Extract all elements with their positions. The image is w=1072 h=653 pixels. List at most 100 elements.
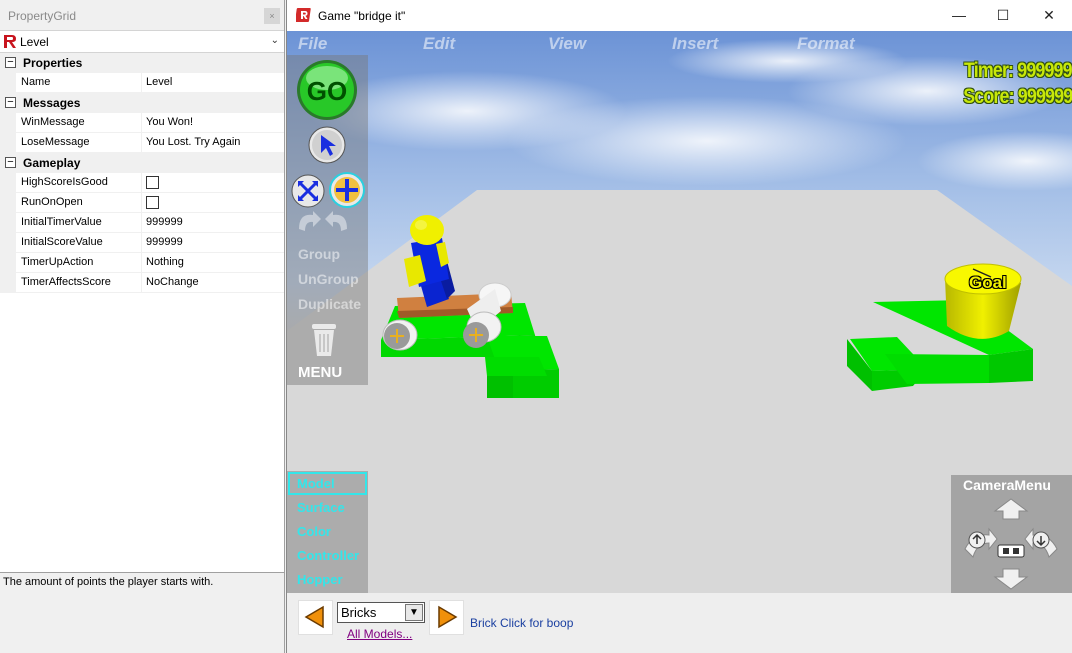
duplicate-button[interactable]: Duplicate	[298, 296, 361, 312]
clouds	[307, 39, 1072, 191]
select-tool-button[interactable]	[307, 125, 347, 165]
minimize-button[interactable]: —	[936, 4, 982, 28]
property-row[interactable]: TimerAffectsScore NoChange	[0, 273, 284, 293]
chevron-down-icon[interactable]: ⌄	[271, 35, 279, 46]
property-value[interactable]	[142, 193, 284, 213]
palette-model[interactable]: Model	[297, 476, 335, 491]
camera-center-icon[interactable]	[997, 544, 1025, 558]
model-browser-bar: Bricks ▼ All Models... Brick Click for b…	[287, 593, 1072, 653]
panel-close-icon[interactable]: ×	[264, 8, 280, 24]
property-name: TimerUpAction	[16, 253, 142, 273]
property-checkbox[interactable]	[146, 176, 159, 189]
game-window-titlebar: Game "bridge it" — ☐ ✕	[287, 0, 1072, 31]
property-value[interactable]: You Won!	[142, 113, 284, 133]
resize-tool-icon[interactable]	[328, 171, 366, 209]
property-name: InitialTimerValue	[16, 213, 142, 233]
category-gameplay[interactable]: − Gameplay	[0, 153, 284, 173]
goal-label: Goal	[969, 273, 1007, 292]
trash-icon[interactable]	[309, 320, 339, 360]
property-grid-title: PropertyGrid	[8, 9, 77, 23]
object-selector-combo[interactable]: Level ⌄	[0, 31, 284, 53]
property-row[interactable]: RunOnOpen	[0, 193, 284, 213]
property-row[interactable]: Name Level	[0, 73, 284, 93]
window-title: Game "bridge it"	[318, 9, 406, 23]
property-row[interactable]: HighScoreIsGood	[0, 173, 284, 193]
menu-insert[interactable]: Insert	[672, 34, 718, 54]
palette-surface[interactable]: Surface	[297, 500, 345, 515]
group-button[interactable]: Group	[298, 246, 340, 262]
row-gutter	[0, 193, 16, 213]
all-models-link[interactable]: All Models...	[347, 627, 412, 641]
palette-controller[interactable]: Controller	[297, 548, 359, 563]
camera-tilt-up-icon[interactable]	[993, 498, 1029, 520]
property-value[interactable]: You Lost. Try Again	[142, 133, 284, 153]
chevron-down-icon[interactable]: ▼	[405, 604, 423, 621]
property-checkbox[interactable]	[146, 196, 159, 209]
camera-zoom-out-icon[interactable]	[1032, 531, 1050, 549]
timer-display: Timer: 999999	[964, 59, 1072, 82]
roblox-logo-icon	[4, 35, 16, 48]
maximize-button[interactable]: ☐	[980, 4, 1026, 28]
category-messages[interactable]: − Messages	[0, 93, 284, 113]
property-grid-titlebar: PropertyGrid ×	[0, 0, 284, 31]
row-gutter	[0, 73, 16, 93]
property-row[interactable]: InitialScoreValue 999999	[0, 233, 284, 253]
row-gutter	[0, 273, 16, 293]
category-properties[interactable]: − Properties	[0, 53, 284, 73]
camera-menu-title: CameraMenu	[963, 477, 1051, 493]
roblox-app-icon	[296, 8, 311, 22]
camera-tilt-down-icon[interactable]	[993, 568, 1029, 590]
camera-controls	[964, 498, 1058, 590]
property-value[interactable]: NoChange	[142, 273, 284, 293]
arrow-left-icon	[304, 605, 324, 629]
property-value[interactable]: Nothing	[142, 253, 284, 273]
description-text: The amount of points the player starts w…	[3, 576, 214, 588]
palette-color[interactable]: Color	[297, 524, 331, 539]
property-row[interactable]: InitialTimerValue 999999	[0, 213, 284, 233]
row-gutter	[0, 173, 16, 193]
row-gutter	[0, 133, 16, 153]
property-description: The amount of points the player starts w…	[0, 572, 284, 653]
go-button[interactable]: GO	[295, 58, 359, 122]
collapse-icon[interactable]: −	[5, 97, 16, 108]
property-row[interactable]: TimerUpAction Nothing	[0, 253, 284, 273]
camera-menu: CameraMenu	[951, 475, 1072, 593]
camera-zoom-in-icon[interactable]	[968, 531, 986, 549]
next-page-button[interactable]	[429, 600, 464, 635]
property-value[interactable]: 999999	[142, 213, 284, 233]
menu-format[interactable]: Format	[797, 34, 855, 54]
property-name: InitialScoreValue	[16, 233, 142, 253]
row-gutter	[0, 213, 16, 233]
property-value[interactable]: 999999	[142, 233, 284, 253]
collapse-icon[interactable]: −	[5, 57, 16, 68]
ungroup-button[interactable]: UnGroup	[298, 271, 359, 287]
menu-edit[interactable]: Edit	[423, 34, 455, 54]
property-row[interactable]: LoseMessage You Lost. Try Again	[0, 133, 284, 153]
game-window: Game "bridge it" — ☐ ✕ Goal File Edit Vi…	[286, 0, 1072, 653]
close-button[interactable]: ✕	[1026, 4, 1072, 28]
property-row[interactable]: WinMessage You Won!	[0, 113, 284, 133]
property-value[interactable]: Level	[142, 73, 284, 93]
category-label: Properties	[23, 56, 83, 70]
insert-palette: Model Surface Color Controller Hopper	[287, 471, 368, 593]
property-name: HighScoreIsGood	[16, 173, 142, 193]
property-name: RunOnOpen	[16, 193, 142, 213]
score-display: Score: 999999	[962, 85, 1072, 108]
move-tool-icon[interactable]	[290, 173, 326, 209]
palette-hopper[interactable]: Hopper	[297, 572, 343, 587]
property-name: LoseMessage	[16, 133, 142, 153]
menu-view[interactable]: View	[548, 34, 586, 54]
collapse-icon[interactable]: −	[5, 157, 16, 168]
property-grid-panel: PropertyGrid × Level ⌄ − Properties Name Le…	[0, 0, 285, 653]
property-name: Name	[16, 73, 142, 93]
previous-page-button[interactable]	[298, 600, 333, 635]
row-gutter	[0, 253, 16, 273]
row-gutter	[0, 233, 16, 253]
menu-file[interactable]: File	[298, 34, 327, 54]
menu-button[interactable]: MENU	[298, 364, 342, 381]
game-viewport[interactable]: Goal File Edit View Insert Format Timer: 999…	[287, 31, 1072, 593]
row-gutter	[0, 113, 16, 133]
selected-object-name: Level	[20, 35, 49, 49]
property-value[interactable]	[142, 173, 284, 193]
model-category-select[interactable]: Bricks ▼	[337, 602, 425, 623]
